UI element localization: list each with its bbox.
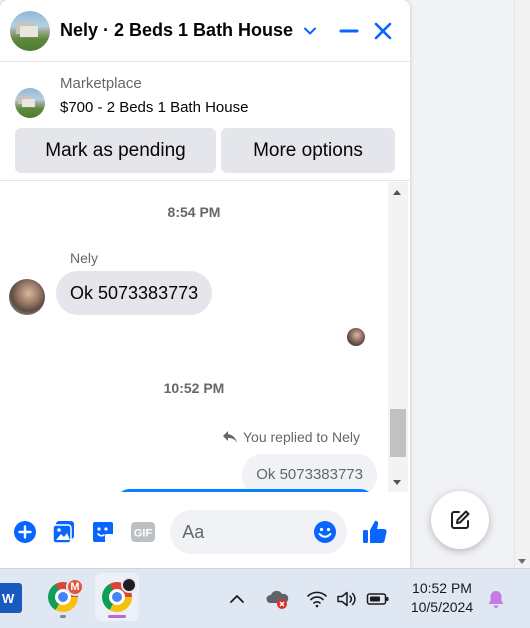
close-icon <box>374 22 392 39</box>
sticker-button[interactable] <box>89 517 118 547</box>
windows-taskbar: W M 10:52 PM 10/5/2024 <box>0 568 530 628</box>
sticker-icon <box>93 522 114 542</box>
close-button[interactable] <box>366 14 400 48</box>
chat-title[interactable]: Nely · 2 Beds 1 Bath House <box>60 20 317 41</box>
outgoing-message[interactable] <box>115 489 375 492</box>
chat-title-text: Nely · 2 Beds 1 Bath House <box>60 20 294 40</box>
battery-icon <box>366 593 389 605</box>
chrome-taskbar-button[interactable]: M <box>41 573 85 621</box>
show-hidden-icons-button[interactable] <box>228 569 246 628</box>
compose-icon <box>451 510 470 529</box>
page-scrollbar[interactable] <box>514 0 530 568</box>
clock-date: 10/5/2024 <box>410 599 474 615</box>
listing-info[interactable]: Marketplace $700 - 2 Beds 1 Bath House <box>0 62 410 120</box>
image-icon <box>52 521 74 544</box>
active-indicator <box>108 615 126 618</box>
like-icon <box>363 520 387 544</box>
wifi-icon <box>307 591 327 608</box>
listing-category: Marketplace <box>60 75 142 92</box>
running-indicator <box>60 615 66 618</box>
incoming-message[interactable]: Ok 5073383773 <box>56 271 213 315</box>
header-divider <box>0 180 410 181</box>
system-clock[interactable]: 10:52 PM 10/5/2024 <box>400 579 484 617</box>
scrollbar-thumb[interactable] <box>390 409 406 457</box>
more-options-button[interactable]: More options <box>221 128 395 173</box>
battery-button[interactable] <box>366 569 390 628</box>
minimize-button[interactable] <box>332 14 366 48</box>
chat-header: Nely · 2 Beds 1 Bath House <box>0 0 410 62</box>
notifications-button[interactable] <box>486 569 506 628</box>
chat-scrollbar[interactable] <box>388 182 408 492</box>
scroll-up-arrow-icon[interactable] <box>393 190 401 195</box>
listing-thumbnail[interactable] <box>15 88 45 118</box>
cloud-icon <box>266 590 289 609</box>
volume-button[interactable] <box>336 569 358 628</box>
sender-avatar[interactable] <box>9 279 45 315</box>
reply-note: You replied to Nely <box>222 429 360 445</box>
chevron-down-icon[interactable] <box>303 24 317 38</box>
listing-title: $700 - 2 Beds 1 Bath House <box>60 99 249 116</box>
quoted-message[interactable]: Ok 5073383773 <box>242 454 377 492</box>
gif-icon: GIF <box>130 522 155 542</box>
page-background <box>410 0 530 568</box>
timestamp: 10:52 PM <box>163 380 225 396</box>
like-button[interactable] <box>361 517 390 547</box>
add-button[interactable] <box>10 517 39 547</box>
profile-badge-person <box>121 577 137 593</box>
scroll-down-arrow-icon[interactable] <box>518 559 526 564</box>
attach-image-button[interactable] <box>49 517 78 547</box>
message-thread[interactable]: 8:54 PM Nely Ok 5073383773 10:52 PM You … <box>0 182 388 492</box>
scroll-down-arrow-icon[interactable] <box>393 480 401 485</box>
chrome-taskbar-button-active[interactable] <box>95 573 139 621</box>
reply-note-text: You replied to Nely <box>242 429 360 445</box>
contact-avatar[interactable] <box>10 10 50 51</box>
onedrive-status[interactable] <box>265 569 291 628</box>
profile-badge: M <box>66 578 84 596</box>
clock-time: 10:52 PM <box>412 580 472 596</box>
message-input[interactable] <box>182 521 308 543</box>
message-composer: GIF <box>0 500 410 564</box>
bell-icon <box>488 591 504 608</box>
add-icon <box>13 521 36 543</box>
new-message-button[interactable] <box>431 491 489 549</box>
network-button[interactable] <box>306 569 328 628</box>
chat-window: Nely · 2 Beds 1 Bath House Marketplace $… <box>0 0 410 568</box>
word-app-icon[interactable]: W <box>0 583 22 613</box>
listing-actions: Mark as pending More options <box>0 120 410 173</box>
gif-button[interactable]: GIF <box>128 517 157 547</box>
svg-text:GIF: GIF <box>133 528 152 540</box>
mark-as-pending-button[interactable]: Mark as pending <box>15 128 216 173</box>
emoji-icon[interactable] <box>313 520 337 544</box>
volume-icon <box>337 591 356 607</box>
minimize-icon <box>339 29 359 32</box>
seen-indicator-avatar <box>347 328 365 346</box>
chevron-up-icon <box>230 595 244 603</box>
sender-name: Nely <box>70 250 99 266</box>
reply-icon <box>222 431 237 443</box>
timestamp: 8:54 PM <box>167 204 221 220</box>
message-input-box[interactable] <box>170 510 347 554</box>
